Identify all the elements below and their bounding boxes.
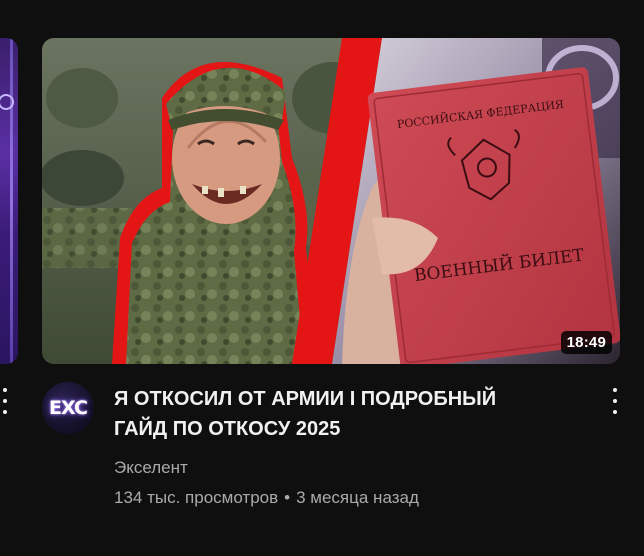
thumbnail-image: РОССИЙСКАЯ ФЕДЕРАЦИЯ ВОЕННЫЙ БИЛЕТ (42, 38, 620, 364)
channel-avatar[interactable]: EXC (42, 382, 94, 434)
thumbnail-decor (10, 38, 13, 364)
video-title[interactable]: Я ОТКОСИЛ ОТ АРМИИ I ПОДРОБНЫЙ ГАЙД ПО О… (114, 384, 554, 444)
video-duration-badge: 18:49 (560, 331, 612, 354)
previous-video-thumbnail[interactable] (0, 38, 18, 364)
more-actions-button[interactable] (608, 388, 622, 414)
video-thumbnail[interactable]: РОССИЙСКАЯ ФЕДЕРАЦИЯ ВОЕННЫЙ БИЛЕТ 18:49 (42, 38, 620, 364)
view-count: 134 тыс. просмотров (114, 488, 279, 507)
video-feed: РОССИЙСКАЯ ФЕДЕРАЦИЯ ВОЕННЫЙ БИЛЕТ 18:49… (0, 0, 644, 556)
video-stats: 134 тыс. просмотров • 3 месяца назад (114, 488, 419, 508)
more-vert-icon (3, 388, 7, 392)
more-vert-icon (613, 388, 617, 392)
channel-name[interactable]: Экселент (114, 458, 188, 478)
upload-age: 3 месяца назад (296, 488, 419, 507)
previous-video-more-button[interactable] (0, 388, 10, 414)
channel-logo: EXC (49, 397, 88, 419)
stats-separator: • (284, 488, 291, 507)
